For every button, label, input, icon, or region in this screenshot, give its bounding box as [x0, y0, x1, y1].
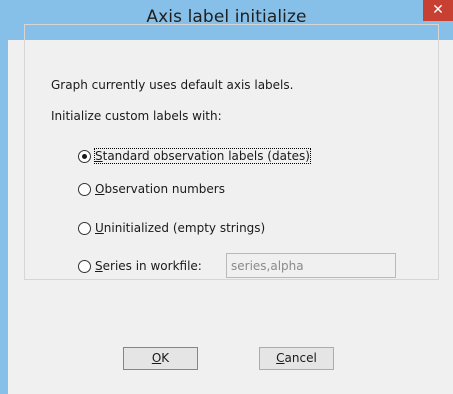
close-button[interactable]: ✕ [423, 0, 453, 21]
radio-observation-numbers-label: Observation numbers [95, 182, 225, 196]
ok-button[interactable]: OK [123, 347, 198, 370]
radio-uninitialized-label: Uninitialized (empty strings) [95, 221, 266, 235]
cancel-button[interactable]: Cancel [259, 347, 334, 370]
description-text: Graph currently uses default axis labels… [51, 78, 294, 92]
radio-unchecked[interactable] [78, 182, 91, 196]
radio-uninitialized[interactable]: Uninitialized (empty strings) [78, 219, 265, 237]
radio-unchecked[interactable] [78, 221, 91, 235]
radio-observation-numbers[interactable]: Observation numbers [78, 180, 225, 198]
radio-series-in-workfile[interactable]: Series in workfile: [78, 257, 202, 275]
close-icon: ✕ [432, 2, 444, 18]
radio-standard-labels[interactable]: Standard observation labels (dates) [78, 147, 311, 165]
radio-checked[interactable] [78, 149, 91, 163]
radio-series-in-workfile-label: Series in workfile: [95, 259, 202, 273]
series-name-input[interactable] [226, 253, 396, 278]
initialize-prompt: Initialize custom labels with: [51, 109, 222, 123]
radio-standard-labels-label: Standard observation labels (dates) [94, 148, 311, 164]
radio-unchecked[interactable] [78, 259, 91, 273]
